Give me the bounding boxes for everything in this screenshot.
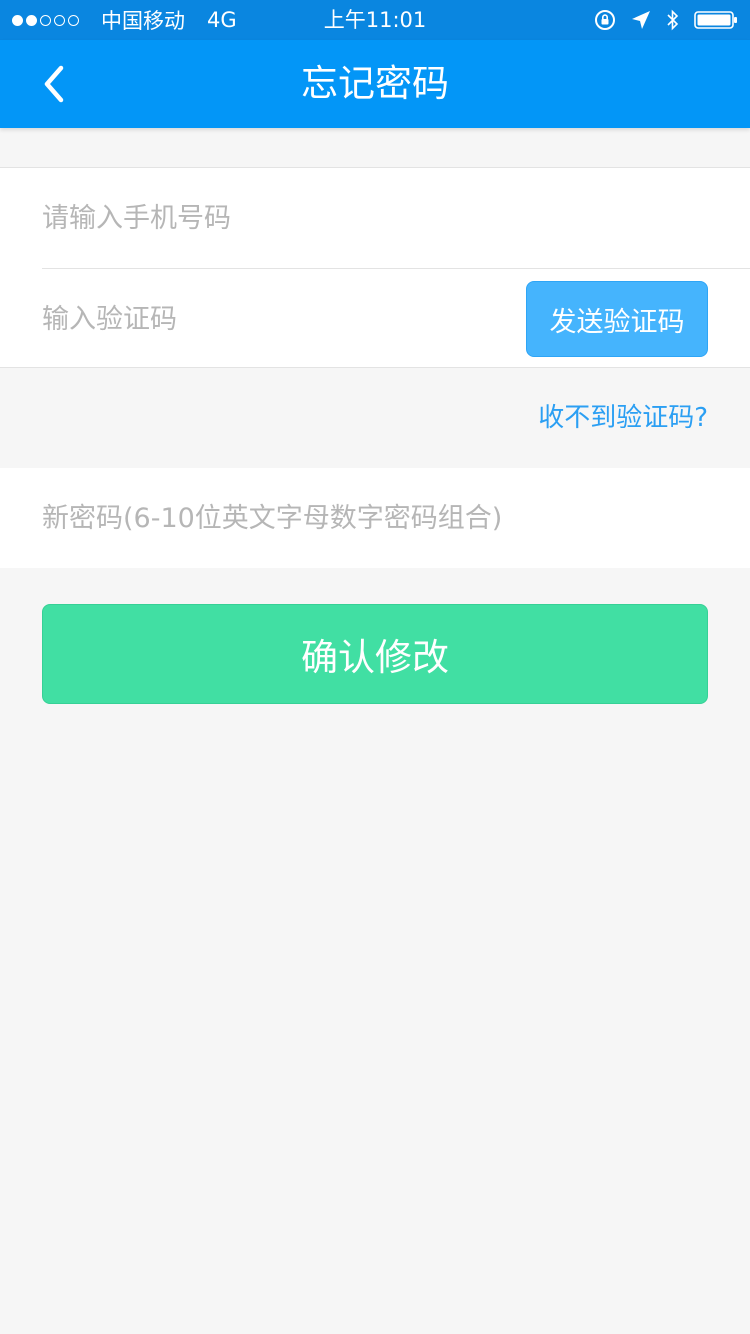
verification-code-input[interactable]	[42, 269, 462, 369]
no-code-row: 收不到验证码?	[0, 368, 750, 468]
orientation-lock-icon	[594, 9, 616, 31]
top-spacer	[0, 128, 750, 168]
phone-input[interactable]	[42, 168, 502, 268]
nav-bar: 忘记密码	[0, 40, 750, 128]
status-right	[594, 0, 738, 40]
new-password-input[interactable]	[42, 468, 702, 568]
no-code-link[interactable]: 收不到验证码?	[538, 368, 708, 468]
location-icon	[630, 9, 652, 31]
battery-icon	[694, 10, 738, 30]
code-row: 发送验证码	[0, 269, 750, 369]
confirm-button[interactable]: 确认修改	[42, 604, 708, 704]
send-code-button[interactable]: 发送验证码	[526, 281, 708, 357]
phone-row	[0, 168, 750, 269]
new-password-group	[0, 468, 750, 568]
page-title: 忘记密码	[301, 62, 449, 105]
phone-code-group: 发送验证码	[0, 168, 750, 369]
bluetooth-icon	[666, 9, 680, 31]
status-bar: 中国移动 4G 上午11:01	[0, 0, 750, 40]
